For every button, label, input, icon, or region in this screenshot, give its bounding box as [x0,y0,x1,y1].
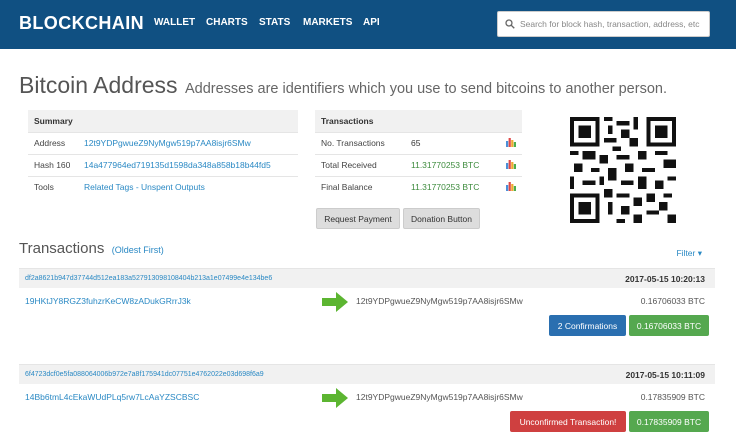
summary-row-hash160: Hash 160 14a477964ed719135d1598da348a858… [28,153,298,176]
unconfirmed-button[interactable]: Unconfirmed Transaction! [510,411,626,432]
transaction-item: df2a8621b947d37744d512ea183a527913098108… [19,268,715,340]
chart-link[interactable] [500,175,522,198]
page-title: Bitcoin Address Addresses are identifier… [19,72,667,99]
transaction-hash-link[interactable]: 6f4723dcf0e5fa088064006b972e7a8f175941dc… [25,371,264,378]
tx-summary-label: Total Received [315,153,405,176]
transaction-body: 14Bb6tmL4cEkaWUdPLq5rw7LcAaYZSCBSC 12t9Y… [19,384,715,436]
nav-api[interactable]: API [363,17,380,28]
donation-button[interactable]: Donation Button [403,208,480,229]
transaction-header: 6f4723dcf0e5fa088064006b972e7a8f175941dc… [19,364,715,384]
request-payment-button[interactable]: Request Payment [316,208,400,229]
nav-charts[interactable]: CHARTS [206,17,248,28]
tools-separator: - [133,182,142,193]
summary-label: Address [28,131,78,154]
page-title-main: Bitcoin Address [19,72,178,98]
bar-chart-icon [506,137,516,147]
from-address-link[interactable]: 19HKtJY8RGZ3fuhzrKeCW8zADukGRrrJ3k [25,296,191,306]
total-received-value: 11.31770253 BTC [405,153,500,176]
tx-count-value: 65 [405,131,500,154]
transaction-body: 19HKtJY8RGZ3fuhzrKeCW8zADukGRrrJ3k 12t9Y… [19,288,715,340]
transactions-title: Transactions (Oldest First) [19,240,164,258]
total-amount-button[interactable]: 0.17835909 BTC [629,411,709,432]
summary-table: Summary Address 12t9YDPgwueZ9NyMgw519p7A… [28,110,298,198]
transaction-item: 6f4723dcf0e5fa088064006b972e7a8f175941dc… [19,364,715,436]
output-amount: 0.16706033 BTC [640,296,705,306]
tx-summary-label: Final Balance [315,175,405,198]
search-box [497,11,710,37]
summary-row-address: Address 12t9YDPgwueZ9NyMgw519p7AA8isjr6S… [28,131,298,154]
qr-code-icon [570,117,676,223]
transaction-header: df2a8621b947d37744d512ea183a527913098108… [19,268,715,288]
nav-markets[interactable]: MARKETS [303,17,352,28]
summary-header: Summary [28,110,298,132]
chart-link[interactable] [500,131,522,154]
search-input[interactable] [519,19,709,29]
final-balance-value: 11.31770253 BTC [405,175,500,198]
arrow-right-icon [322,292,348,312]
summary-row-tools: Tools Related Tags - Unspent Outputs [28,175,298,198]
tx-summary-row-count: No. Transactions 65 [315,131,522,154]
transactions-summary-header: Transactions [315,110,522,132]
bar-chart-icon [506,159,516,169]
filter-dropdown[interactable]: Filter ▾ [676,248,702,259]
confirmations-button[interactable]: 2 Confirmations [549,315,626,336]
tx-summary-row-received: Total Received 11.31770253 BTC [315,153,522,176]
search-icon [505,19,515,29]
total-amount-button[interactable]: 0.16706033 BTC [629,315,709,336]
page-title-subtitle: Addresses are identifiers which you use … [184,81,667,97]
summary-label: Hash 160 [28,153,78,176]
tx-summary-label: No. Transactions [315,131,405,154]
transaction-time: 2017-05-15 10:20:13 [625,274,705,284]
transactions-summary-table: Transactions No. Transactions 65 Total R… [315,110,522,198]
tx-summary-row-balance: Final Balance 11.31770253 BTC [315,175,522,198]
nav-stats[interactable]: STATS [259,17,290,28]
bar-chart-icon [506,181,516,191]
to-address: 12t9YDPgwueZ9NyMgw519p7AA8isjr6SMw [356,296,523,306]
brand-logo[interactable]: BLOCKCHAIN [19,13,144,34]
summary-label: Tools [28,175,78,198]
unspent-outputs-link[interactable]: Unspent Outputs [141,182,205,192]
arrow-right-icon [322,388,348,408]
hash160-link[interactable]: 14a477964ed719135d1598da348a858b18b44fd5 [78,153,298,176]
chart-link[interactable] [500,153,522,176]
from-address-link[interactable]: 14Bb6tmL4cEkaWUdPLq5rw7LcAaYZSCBSC [25,392,199,402]
transaction-hash-link[interactable]: df2a8621b947d37744d512ea183a527913098108… [25,275,272,282]
to-address: 12t9YDPgwueZ9NyMgw519p7AA8isjr6SMw [356,392,523,402]
top-navbar: BLOCKCHAIN WALLET CHARTS STATS MARKETS A… [0,0,736,49]
nav-wallet[interactable]: WALLET [154,17,195,28]
address-link[interactable]: 12t9YDPgwueZ9NyMgw519p7AA8isjr6SMw [78,131,298,154]
transaction-time: 2017-05-15 10:11:09 [625,370,705,380]
output-amount: 0.17835909 BTC [640,392,705,402]
transactions-heading: Transactions [19,240,105,257]
related-tags-link[interactable]: Related Tags [84,182,133,192]
oldest-first-link[interactable]: (Oldest First) [112,245,164,255]
